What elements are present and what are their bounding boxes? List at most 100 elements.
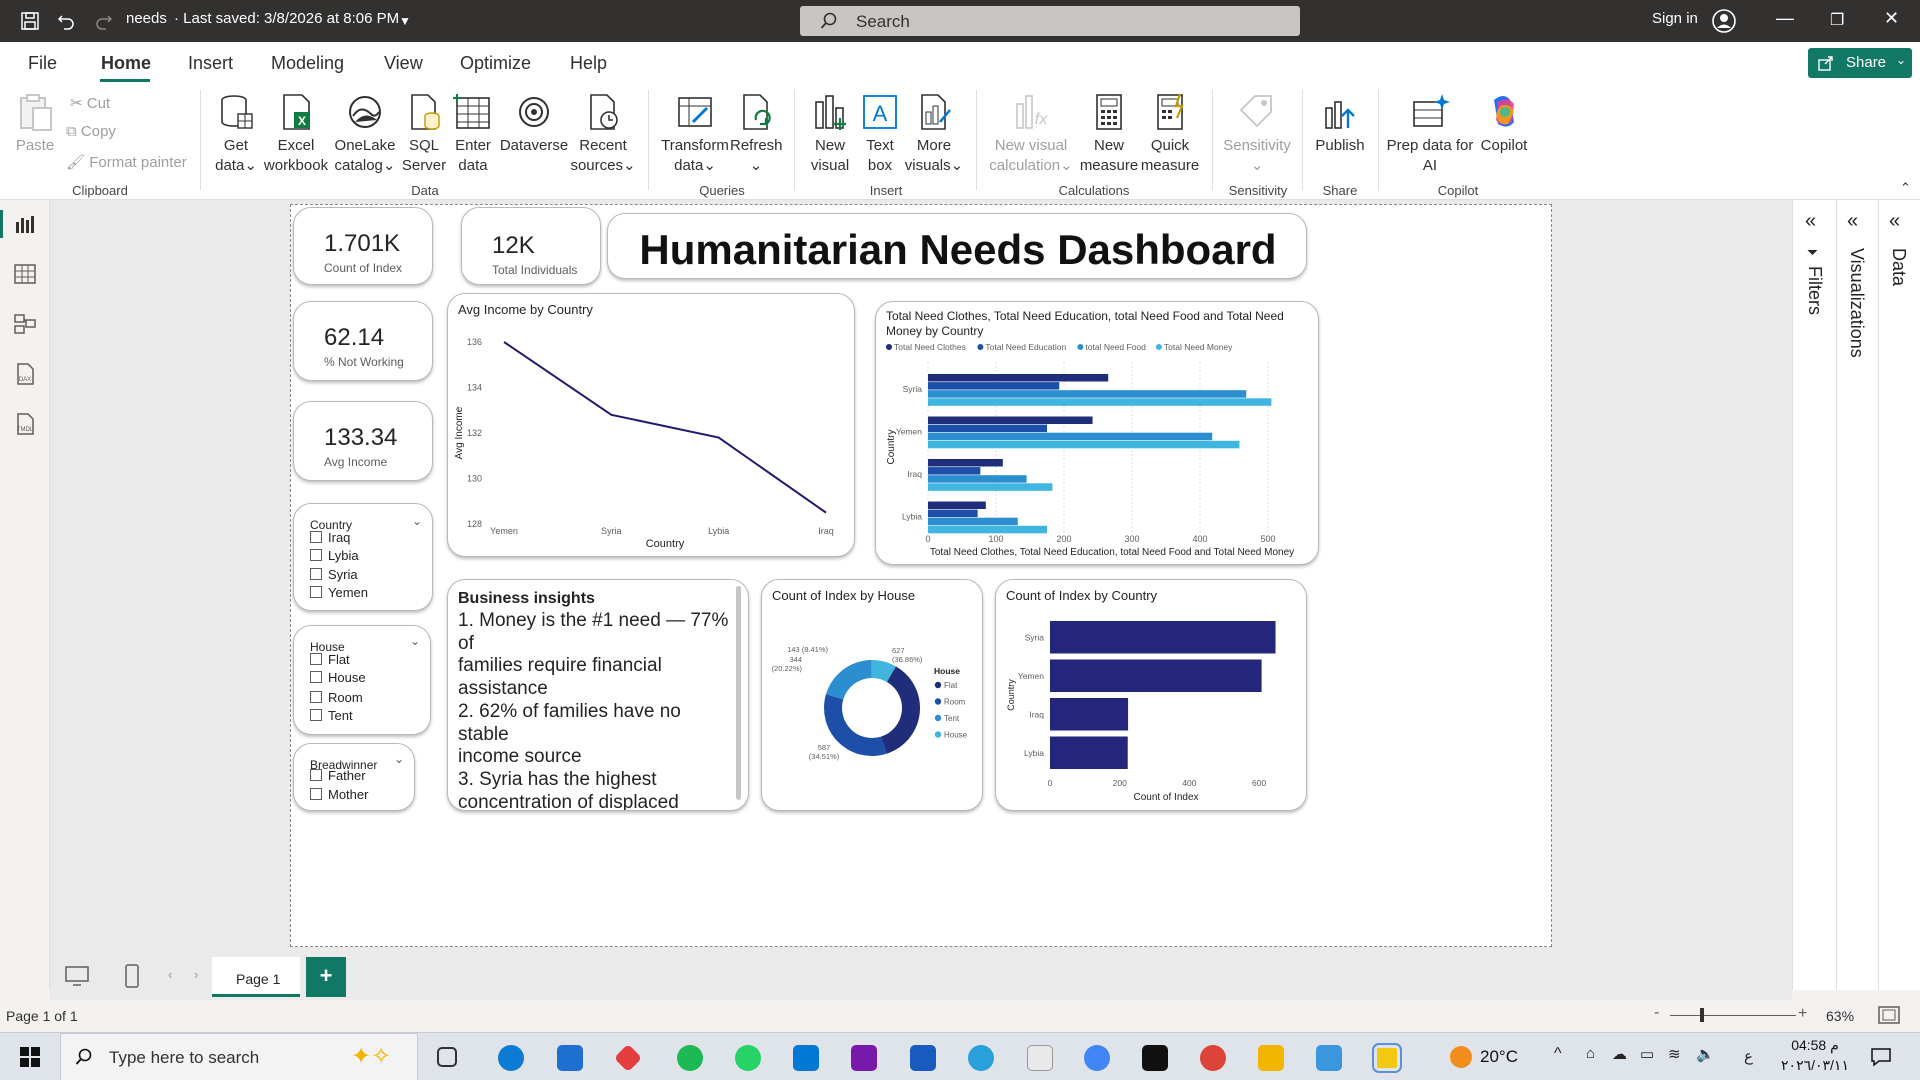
taskbar-search-box[interactable]: Type here to search ✦✧ [60,1033,418,1080]
checkbox[interactable] [310,691,322,703]
onenote-icon[interactable] [851,1045,877,1071]
menu-home[interactable]: Home [101,53,151,74]
zoom-slider[interactable] [1670,1015,1796,1016]
mobile-layout-icon[interactable] [124,963,140,989]
slicer-option-mother[interactable]: Mother [310,787,368,802]
checkbox[interactable] [310,586,322,598]
prev-page-icon[interactable]: ‹ [168,967,172,982]
report-page[interactable]: 1.701K Count of Index 12K Total Individu… [290,204,1552,947]
restore-icon[interactable]: ❐ [1830,10,1844,30]
collapse-chevron-icon[interactable]: « [1805,210,1816,233]
vscode-icon[interactable] [793,1045,819,1071]
clock-date[interactable]: ٢٠٢٦/٠٣/١١ [1768,1057,1862,1074]
undo-icon[interactable] [56,11,76,31]
tab-page-1[interactable]: Page 1 [212,957,300,997]
slicer-option-yemen[interactable]: Yemen [310,585,368,600]
anydesk-icon[interactable] [613,1043,643,1073]
count-by-house-donut-chart[interactable]: Count of Index by House 627 (36.86%) 587 (3… [761,579,983,811]
table-view-icon[interactable] [13,262,37,286]
dashboard-title-card[interactable]: Humanitarian Needs Dashboard [607,213,1307,279]
slicer-option-tent[interactable]: Tent [310,708,353,723]
count-by-country-bar-chart[interactable]: Count of Index by Country 0 200 400 600 Coun… [995,579,1307,811]
wifi-icon[interactable]: ≋ [1668,1045,1681,1063]
slicer-option-father[interactable]: Father [310,768,366,783]
checkbox[interactable] [310,549,322,561]
close-icon[interactable]: ✕ [1884,8,1899,29]
quick-measure-button[interactable]: Quick measure [1140,92,1200,176]
visualizations-pane[interactable]: « Visualizations [1836,200,1878,990]
transform-data-button[interactable]: Transform data⌄ [660,92,730,176]
total-needs-bar-chart[interactable]: Total Need Clothes, Total Need Education… [875,301,1319,565]
paste-button[interactable]: Paste [14,92,56,156]
redo-icon[interactable] [94,11,114,31]
document-title[interactable]: needs [126,10,167,27]
menu-insert[interactable]: Insert [188,53,233,74]
fit-to-page-icon[interactable] [1878,1006,1900,1024]
zoom-out-icon[interactable]: - [1654,1004,1659,1022]
notifications-icon[interactable] [1870,1047,1892,1067]
kpi-card-avg-income[interactable]: 133.34 Avg Income [293,401,433,481]
business-insights-textbox[interactable]: Business insights 1. Money is the #1 nee… [447,579,749,811]
photos-icon[interactable] [1316,1045,1342,1071]
save-icon[interactable] [20,11,40,31]
model-view-icon[interactable] [13,312,37,336]
onelake-catalog-button[interactable]: OneLake catalog⌄ [330,92,400,176]
sql-server-button[interactable]: SQL Server [400,92,448,176]
menu-modeling[interactable]: Modeling [271,53,344,74]
filters-pane[interactable]: « ⏷ Filters [1792,200,1836,990]
kpi-card-count-of-index[interactable]: 1.701K Count of Index [293,207,433,285]
slicer-option-house[interactable]: House [310,670,366,685]
network-icon[interactable]: ⌂ [1586,1045,1595,1062]
prep-data-for-ai-button[interactable]: Prep data for AI [1386,92,1474,176]
dax-query-view-icon[interactable]: DAX [13,362,37,386]
excel-workbook-button[interactable]: X Excel workbook [262,92,330,176]
checkbox[interactable] [310,671,322,683]
share-button[interactable]: Share ⌄ [1808,48,1912,78]
kpi-card-not-working[interactable]: 62.14 % Not Working [293,301,433,381]
menu-optimize[interactable]: Optimize [460,53,531,74]
battery-icon[interactable]: ▭ [1640,1045,1654,1063]
account-icon[interactable] [1712,9,1736,33]
add-page-button[interactable]: + [306,957,346,997]
desktop-layout-icon[interactable] [64,965,90,987]
slicer-option-lybia[interactable]: Lybia [310,548,359,563]
chevron-down-icon[interactable]: ▼ [399,14,411,28]
slicer-option-syria[interactable]: Syria [310,567,358,582]
edge-icon[interactable] [498,1045,524,1071]
windows-start-icon[interactable] [20,1047,40,1067]
minimize-icon[interactable]: — [1776,8,1794,29]
word-icon[interactable] [910,1045,936,1071]
zoom-in-icon[interactable]: + [1798,1005,1807,1023]
format-painter-button[interactable]: 🖌 Format painter [66,153,187,171]
telegram-icon[interactable] [968,1045,994,1071]
slicer-house[interactable]: House ⌄ Flat House Room Tent [293,625,431,735]
tmdl-view-icon[interactable]: TMDL [13,412,37,436]
refresh-button[interactable]: Refresh ⌄ [730,92,783,176]
collapse-chevron-icon[interactable]: « [1847,210,1858,233]
cut-button[interactable]: ✂ Cut [70,94,110,112]
file-explorer-icon[interactable] [1258,1045,1284,1071]
language-indicator[interactable]: ع [1744,1047,1753,1065]
checkbox[interactable] [310,709,322,721]
checkbox[interactable] [310,568,322,580]
kpi-card-total-individuals[interactable]: 12K Total Individuals [461,207,601,285]
clock-time[interactable]: 04:58 م [1768,1037,1862,1054]
new-visual-calculation-button[interactable]: fx New visual calculation⌄ [986,92,1076,176]
copilot-button[interactable]: Copilot [1474,92,1534,156]
collapse-chevron-icon[interactable]: « [1889,210,1900,233]
paint-icon[interactable] [1027,1045,1053,1071]
checkbox[interactable] [310,653,322,665]
more-visuals-button[interactable]: More visuals⌄ [904,92,964,176]
menu-help[interactable]: Help [570,53,607,74]
data-pane[interactable]: « Data [1878,200,1920,990]
task-view-icon[interactable] [437,1047,457,1067]
new-visual-button[interactable]: New visual [804,92,856,176]
checkbox[interactable] [310,788,322,800]
power-bi-icon[interactable] [1372,1043,1402,1073]
search-input[interactable]: Search [800,6,1300,36]
slicer-option-flat[interactable]: Flat [310,652,350,667]
whatsapp-icon[interactable] [735,1045,761,1071]
publish-button[interactable]: Publish [1310,92,1370,156]
menu-file[interactable]: File [28,53,57,74]
menu-view[interactable]: View [384,53,423,74]
